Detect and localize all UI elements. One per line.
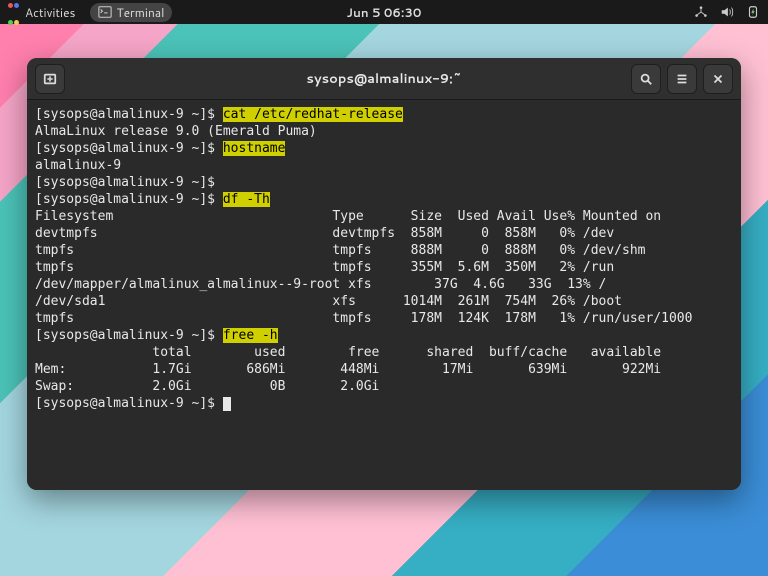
terminal-viewport[interactable]: [sysops@almalinux-9 ~]$ cat /etc/redhat-…	[27, 100, 741, 490]
gnome-topbar: Activities Terminal Jun 5 06:30	[0, 0, 768, 24]
terminal-window: sysops@almalinux-9:~ [sysops@almalinux-9…	[27, 58, 741, 490]
search-button[interactable]	[631, 64, 661, 94]
clock[interactable]: Jun 5 06:30	[347, 4, 422, 21]
app-indicator-label: Terminal	[117, 4, 165, 21]
network-icon[interactable]	[694, 5, 708, 19]
titlebar: sysops@almalinux-9:~	[27, 58, 741, 100]
app-indicator[interactable]: Terminal	[90, 3, 173, 22]
terminal-icon	[98, 5, 112, 19]
volume-icon[interactable]	[720, 5, 734, 19]
new-tab-button[interactable]	[35, 64, 65, 94]
cursor	[223, 397, 231, 411]
menu-button[interactable]	[667, 64, 697, 94]
terminal-output: [sysops@almalinux-9 ~]$ cat /etc/redhat-…	[35, 106, 733, 412]
activities-label: Activities	[25, 4, 76, 21]
power-icon[interactable]	[746, 5, 760, 19]
close-button[interactable]	[703, 64, 733, 94]
activities-button[interactable]: Activities	[8, 0, 76, 29]
